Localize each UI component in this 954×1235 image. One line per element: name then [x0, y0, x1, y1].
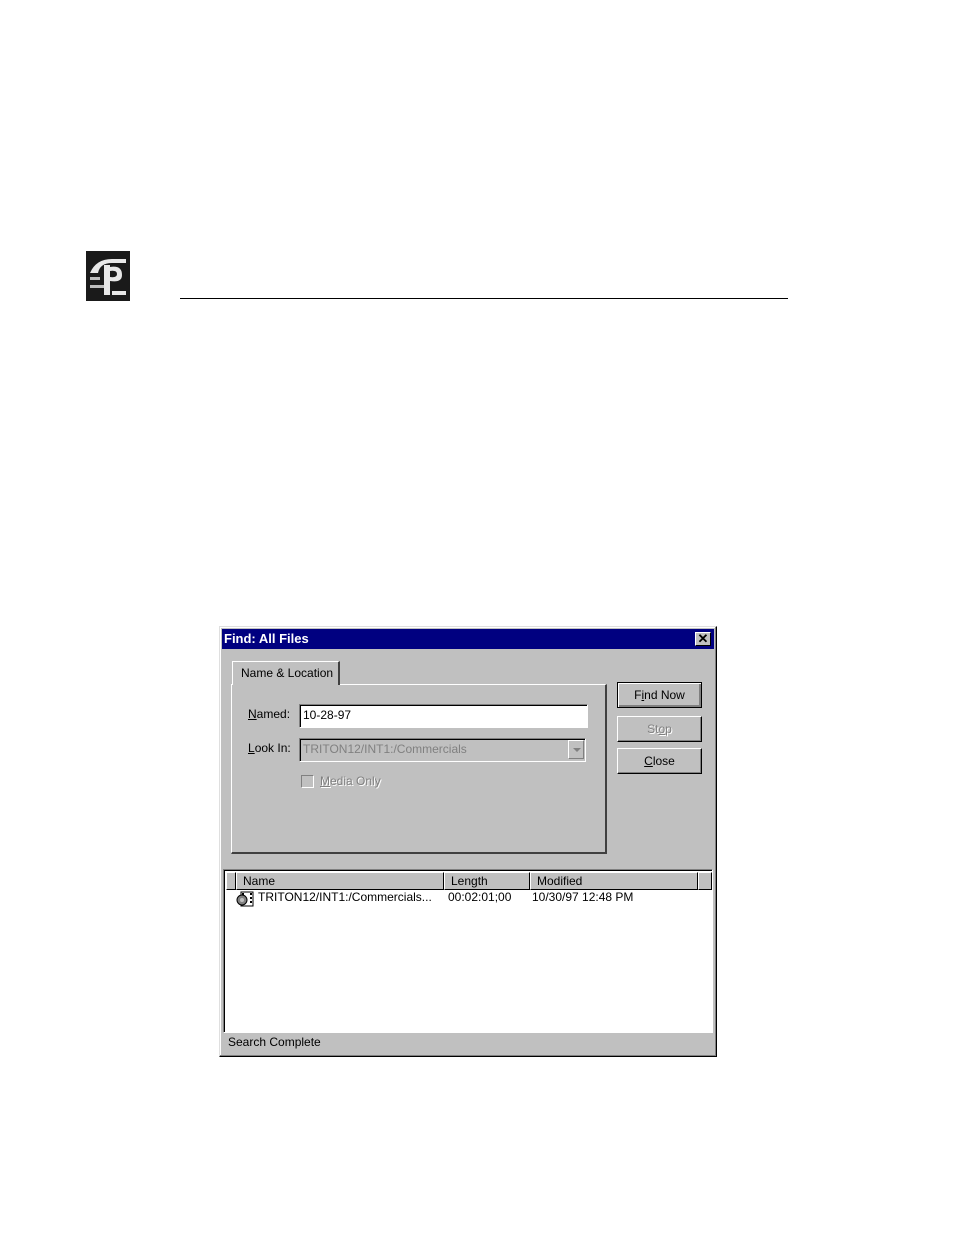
- media-file-icon: [236, 891, 254, 907]
- find-now-button[interactable]: Find Now: [617, 682, 702, 708]
- named-input[interactable]: 10-28-97: [299, 704, 588, 728]
- header-spacer: [226, 872, 236, 890]
- title-bar[interactable]: Find: All Files ✕: [222, 629, 714, 649]
- list-header: Name Length Modified: [226, 872, 712, 890]
- look-in-label: Look In:: [248, 741, 291, 755]
- dropdown-arrow-icon[interactable]: [568, 740, 584, 759]
- results-list[interactable]: Name Length Modified TRITON12/INT1:/Comm…: [223, 869, 713, 1033]
- company-logo-icon: [86, 251, 130, 301]
- look-in-value: TRITON12/INT1:/Commercials: [303, 742, 467, 756]
- dialog-title: Find: All Files: [224, 631, 309, 646]
- named-label: Named:: [248, 707, 291, 721]
- table-row[interactable]: TRITON12/INT1:/Commercials... 00:02:01;0…: [236, 890, 706, 908]
- row-modified: 10/30/97 12:48 PM: [532, 890, 634, 904]
- column-header-name[interactable]: Name: [236, 872, 444, 890]
- tab-label: Name & Location: [241, 666, 334, 680]
- close-icon[interactable]: ✕: [695, 632, 711, 646]
- row-name: TRITON12/INT1:/Commercials...: [258, 890, 432, 904]
- media-only-checkbox[interactable]: [301, 775, 314, 788]
- stop-button[interactable]: Stop: [617, 716, 702, 742]
- status-text: Search Complete: [228, 1035, 321, 1049]
- column-header-length[interactable]: Length: [444, 872, 530, 890]
- header-spacer-end: [698, 872, 712, 890]
- media-only-label: Media Only: [320, 774, 381, 788]
- look-in-dropdown[interactable]: TRITON12/INT1:/Commercials: [299, 738, 586, 762]
- tab-name-location[interactable]: Name & Location: [232, 661, 340, 685]
- row-length: 00:02:01;00: [448, 890, 512, 904]
- close-button[interactable]: Close: [617, 748, 702, 774]
- find-dialog: Find: All Files ✕ Name & Location Named:…: [219, 626, 717, 1057]
- column-header-modified[interactable]: Modified: [530, 872, 698, 890]
- header-rule: [180, 298, 788, 299]
